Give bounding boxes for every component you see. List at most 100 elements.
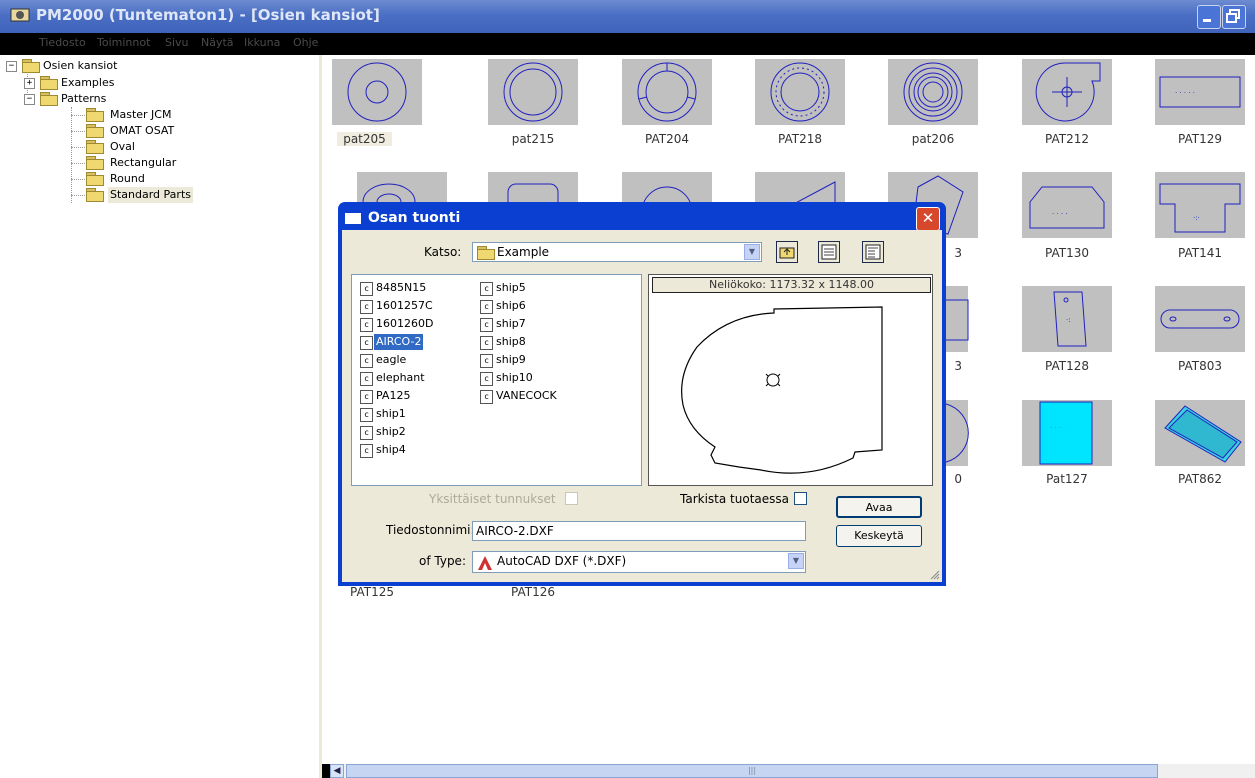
collapse-icon[interactable]: − <box>24 94 35 105</box>
list-view-icon <box>821 244 837 260</box>
part-thumbnail[interactable]: · · · · · <box>1155 59 1245 125</box>
part-pat803-icon <box>1160 309 1240 329</box>
window-title: PM2000 (Tuntematon1) - [Osien kansiot] <box>36 6 380 24</box>
part-label[interactable]: pat205 <box>337 132 392 146</box>
part-pat130-icon: · · · · <box>1029 186 1105 229</box>
filename-label: Tiedostonnimi: <box>386 523 475 537</box>
look-in-dropdown[interactable]: Example ▼ <box>472 242 762 262</box>
tree-item-round[interactable]: Round <box>71 171 311 187</box>
part-label[interactable]: PAT129 <box>1140 132 1255 146</box>
minimize-button[interactable] <box>1197 5 1221 29</box>
part-thumbnail[interactable] <box>332 59 422 125</box>
window-titlebar[interactable]: PM2000 (Tuntematon1) - [Osien kansiot] <box>0 0 1255 33</box>
part-label[interactable]: pat206 <box>873 132 993 146</box>
part-pat205-icon <box>347 62 407 122</box>
single-ids-checkbox[interactable] <box>565 492 578 505</box>
tree-item-standard-parts[interactable]: Standard Parts <box>71 187 311 203</box>
import-part-dialog: Osan tuonti ✕ Katso: Example ▼ c 8485N15 … <box>338 202 946 586</box>
look-in-label: Katso: <box>424 245 462 259</box>
dxf-file-icon: c <box>480 372 493 386</box>
part-label[interactable]: PAT212 <box>1007 132 1127 146</box>
tree-item-root[interactable]: − Osien kansiot <box>6 58 306 74</box>
tree-item-examples[interactable]: + Examples <box>24 75 304 91</box>
details-view-button[interactable] <box>862 241 884 263</box>
part-pat206-icon <box>903 62 963 122</box>
part-thumbnail[interactable] <box>1155 286 1245 352</box>
menu-ikkuna[interactable]: Ikkuna <box>244 36 280 49</box>
tree-label: Round <box>110 172 145 185</box>
part-pat141-icon: ·:· <box>1159 183 1241 233</box>
filename-input[interactable]: AIRCO-2.DXF <box>472 521 806 541</box>
dxf-file-icon: c <box>360 390 373 404</box>
close-button[interactable]: ✕ <box>916 207 940 231</box>
chevron-down-icon[interactable]: ▼ <box>788 553 804 569</box>
tree-label: Rectangular <box>110 156 177 169</box>
single-ids-label: Yksittäiset tunnukset <box>429 492 556 506</box>
restore-button[interactable] <box>1222 5 1246 29</box>
part-label[interactable]: PAT125 <box>337 585 407 599</box>
dxf-file-icon: c <box>360 426 373 440</box>
tree-item-master-jcm[interactable]: Master JCM <box>71 107 311 123</box>
part-label[interactable]: PAT803 <box>1140 359 1255 373</box>
folder-icon <box>477 246 495 260</box>
part-label[interactable]: PAT128 <box>1007 359 1127 373</box>
svg-text:· · · ·: · · · · <box>1052 210 1068 218</box>
part-thumbnail[interactable] <box>622 59 712 125</box>
scroll-left-icon[interactable]: ◀ <box>330 764 344 778</box>
part-label[interactable]: PAT141 <box>1140 246 1255 260</box>
part-label[interactable]: pat215 <box>473 132 593 146</box>
open-button[interactable]: Avaa <box>836 496 922 518</box>
part-pat204-icon <box>637 62 697 122</box>
chevron-down-icon[interactable]: ▼ <box>744 244 760 260</box>
menu-toiminnot[interactable]: Toiminnot <box>97 36 150 49</box>
part-thumbnail[interactable] <box>755 59 845 125</box>
folder-icon <box>86 156 104 170</box>
menu-ohje[interactable]: Ohje <box>293 36 318 49</box>
part-thumbnail[interactable] <box>888 59 978 125</box>
window-icon <box>345 213 361 224</box>
part-label[interactable]: Pat127 <box>1007 472 1127 486</box>
cancel-button[interactable]: Keskeytä <box>836 525 922 547</box>
part-thumbnail[interactable] <box>1155 400 1245 466</box>
svg-text:· · · · ·: · · · · · <box>1175 89 1195 97</box>
up-folder-button[interactable] <box>776 241 798 263</box>
dxf-file-icon: c <box>360 354 373 368</box>
resize-grip-icon[interactable] <box>930 570 940 580</box>
part-thumbnail[interactable] <box>488 59 578 125</box>
part-thumbnail[interactable]: ·: <box>1022 286 1112 352</box>
menu-sivu[interactable]: Sivu <box>165 36 189 49</box>
part-label[interactable]: PAT862 <box>1140 472 1255 486</box>
part-label[interactable]: PAT130 <box>1007 246 1127 260</box>
part-thumbnail[interactable]: · · · · <box>1022 172 1112 238</box>
part-label[interactable]: PAT218 <box>740 132 860 146</box>
tree-item-oval[interactable]: Oval <box>71 139 311 155</box>
part-thumbnail[interactable]: · · · <box>1022 400 1112 466</box>
part-thumbnail[interactable]: ·:· <box>1155 172 1245 238</box>
horizontal-scrollbar[interactable]: ◀ ||| <box>330 764 1255 778</box>
menu-nayta[interactable]: Näytä <box>201 36 234 49</box>
file-list[interactable]: c 8485N15 c 1601257C c 1601260D c AIRCO-2 ce… <box>351 274 642 486</box>
dxf-file-icon: c <box>480 300 493 314</box>
tree-item-patterns[interactable]: − Patterns <box>24 91 304 107</box>
preview-size-label: Neliökoko: 1173.32 x 1148.00 <box>652 277 931 293</box>
part-label[interactable]: PAT126 <box>473 585 593 599</box>
part-pat129-icon: · · · · · <box>1159 76 1241 108</box>
folder-icon <box>86 124 104 138</box>
scrollbar-thumb[interactable]: ||| <box>346 764 1158 778</box>
tree-item-rectangular[interactable]: Rectangular <box>71 155 311 171</box>
dialog-title: Osan tuonti <box>368 210 461 226</box>
check-on-import-checkbox[interactable] <box>794 492 807 505</box>
part-thumbnail[interactable] <box>1022 59 1112 125</box>
dxf-file-icon: c <box>360 318 373 332</box>
collapse-icon[interactable]: − <box>6 61 17 72</box>
file-type-dropdown[interactable]: AutoCAD DXF (*.DXF) ▼ <box>472 551 806 573</box>
tree-item-omat-osat[interactable]: OMAT OSAT <box>71 123 311 139</box>
part-label[interactable]: PAT204 <box>607 132 727 146</box>
expand-icon[interactable]: + <box>24 78 35 89</box>
menu-tiedosto[interactable]: Tiedosto <box>39 36 86 49</box>
menu-bar: Tiedosto Toiminnot Sivu Näytä Ikkuna Ohj… <box>0 33 1255 86</box>
list-view-button[interactable] <box>818 241 840 263</box>
tree-label: Oval <box>110 140 135 153</box>
dxf-file-icon: c <box>360 300 373 314</box>
part-preview: Neliökoko: 1173.32 x 1148.00 <box>648 274 933 486</box>
